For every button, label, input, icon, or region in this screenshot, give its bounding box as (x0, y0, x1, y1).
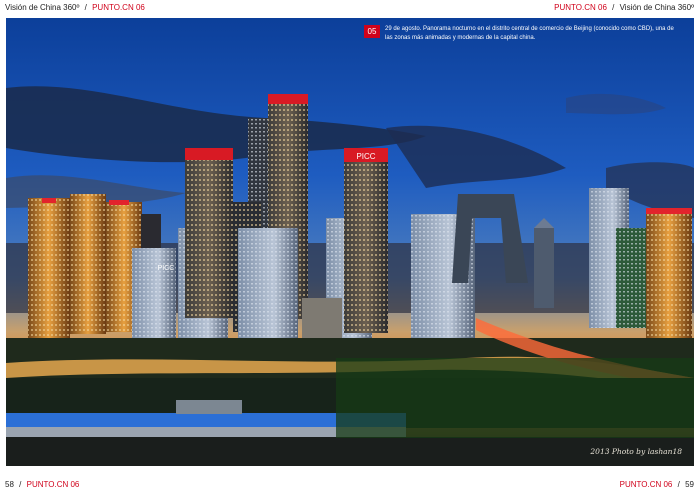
magazine-section-title: Visión de China 360º (619, 3, 694, 12)
caption-number-badge: 05 (364, 25, 380, 38)
header-separator: / (84, 3, 87, 12)
header-left: Visión de China 360º / PUNTO.CN 06 (5, 3, 145, 13)
magazine-name: PUNTO.CN 06 (92, 3, 145, 12)
caption-text: 29 de agosto. Panorama nocturno en el di… (385, 26, 674, 41)
magazine-name: PUNTO.CN 06 (619, 480, 673, 489)
page-number: 58 (5, 480, 14, 489)
footer-separator: / (677, 480, 680, 489)
footer-separator: / (19, 480, 22, 489)
building-sign-picc-small: PICC (158, 265, 175, 272)
magazine-name: PUNTO.CN 06 (26, 480, 80, 489)
footer-right: PUNTO.CN 06 / 59 (620, 480, 694, 490)
magazine-name: PUNTO.CN 06 (554, 3, 607, 12)
page-number: 59 (685, 480, 694, 489)
city-skyline-illustration: PICC PICC (6, 18, 694, 466)
beijing-cbd-night-photo: PICC PICC 2013 Photo by lashan18 (6, 18, 694, 466)
header-separator: / (612, 3, 615, 12)
header-right: PUNTO.CN 06 / Visión de China 360º (554, 3, 694, 13)
building-sign-picc: PICC (356, 152, 375, 161)
footer-left: 58 / PUNTO.CN 06 (5, 480, 79, 490)
magazine-section-title: Visión de China 360º (5, 3, 80, 12)
photo-credit: 2013 Photo by lashan18 (590, 447, 682, 456)
